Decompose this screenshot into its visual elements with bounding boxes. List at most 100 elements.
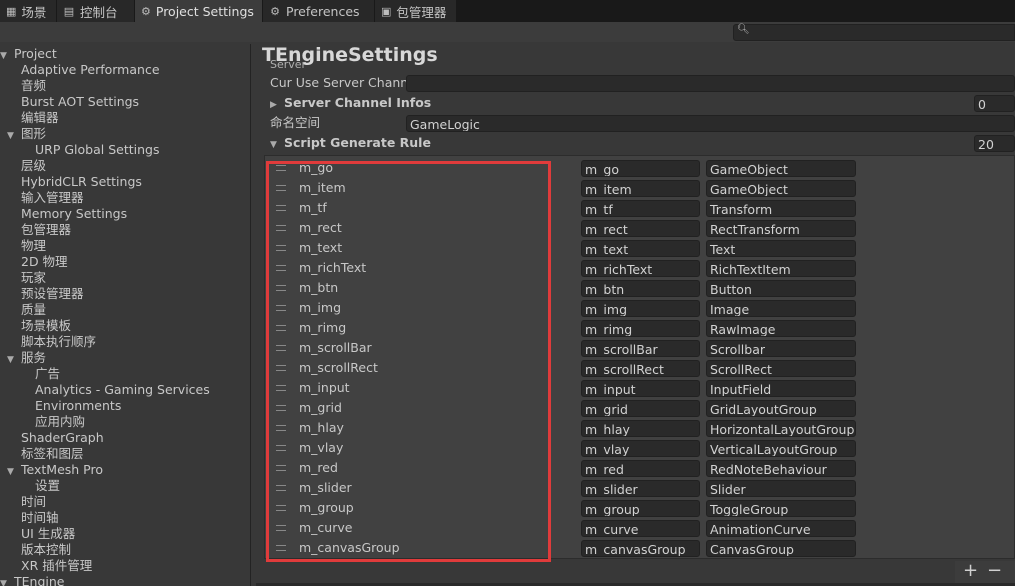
rule-type-field[interactable]: GameObject — [706, 160, 856, 177]
sidebar-item[interactable]: 层级 — [21, 158, 46, 174]
tab-2[interactable]: ⚙ Project Settings — [135, 0, 263, 22]
rule-prefix-field[interactable]: m_btn — [581, 280, 700, 297]
sidebar-item[interactable]: 设置 — [35, 478, 60, 494]
tab-1[interactable]: ▤ 控制台 — [57, 0, 135, 22]
rule-prefix-field[interactable]: m_scrollRect — [581, 360, 700, 377]
rule-prefix-field[interactable]: m_canvasGroup — [581, 540, 700, 557]
chevron-right-icon: ▶ — [270, 100, 277, 110]
sidebar-item[interactable]: URP Global Settings — [35, 142, 159, 158]
rule-type-field[interactable]: ScrollRect — [706, 360, 856, 377]
sidebar-item[interactable]: 脚本执行顺序 — [21, 334, 96, 350]
sidebar-item[interactable]: 版本控制 — [21, 542, 71, 558]
sidebar-item[interactable]: ShaderGraph — [21, 430, 104, 446]
sidebar-item[interactable]: 场景模板 — [21, 318, 71, 334]
rule-type-field[interactable]: AnimationCurve — [706, 520, 856, 537]
server-channel-infos-foldout[interactable]: ▶ Server Channel Infos — [270, 94, 431, 112]
tab-0[interactable]: ▦ 场景 — [0, 0, 57, 22]
sidebar-item[interactable]: Environments — [35, 398, 121, 414]
sidebar-item[interactable]: 预设管理器 — [21, 286, 84, 302]
rule-prefix-field[interactable]: m_go — [581, 160, 700, 177]
cur-use-server-channel-field[interactable] — [406, 75, 1015, 92]
rule-prefix-field[interactable]: m_img — [581, 300, 700, 317]
rule-prefix-field[interactable]: m_scrollBar — [581, 340, 700, 357]
rule-type-field[interactable]: Slider — [706, 480, 856, 497]
rule-prefix-field[interactable]: m_rect — [581, 220, 700, 237]
sidebar-item[interactable]: 玩家 — [21, 270, 46, 286]
sidebar-item[interactable]: 输入管理器 — [21, 190, 84, 206]
rule-type-field[interactable]: HorizontalLayoutGroup — [706, 420, 856, 437]
rule-prefix-field[interactable]: m_text — [581, 240, 700, 257]
rule-prefix-field[interactable]: m_richText — [581, 260, 700, 277]
rule-type-field[interactable]: ToggleGroup — [706, 500, 856, 517]
sidebar-item-label: XR 插件管理 — [21, 558, 93, 573]
rule-type-field[interactable]: GridLayoutGroup — [706, 400, 856, 417]
rule-type-field[interactable]: Text — [706, 240, 856, 257]
sidebar-item-label: 时间轴 — [21, 510, 59, 525]
rule-prefix-field[interactable]: m_hlay — [581, 420, 700, 437]
highlight-box — [266, 161, 551, 562]
sidebar-item-label: 玩家 — [21, 270, 47, 285]
rule-prefix-field[interactable]: m_item — [581, 180, 700, 197]
sidebar-item[interactable]: Analytics - Gaming Services — [35, 382, 210, 398]
rule-prefix-field[interactable]: m_grid — [581, 400, 700, 417]
chevron-down-icon[interactable]: ▼ — [7, 464, 21, 480]
sidebar-item[interactable]: ▼ Project — [0, 46, 57, 62]
sidebar-item[interactable]: ▼ 服务 — [7, 350, 46, 366]
rule-prefix-field[interactable]: m_tf — [581, 200, 700, 217]
sidebar-item[interactable]: 2D 物理 — [21, 254, 68, 270]
sidebar-item[interactable]: Adaptive Performance — [21, 62, 160, 78]
rule-type-field[interactable]: Image — [706, 300, 856, 317]
rule-type-field[interactable]: RectTransform — [706, 220, 856, 237]
sidebar-item[interactable]: 音频 — [21, 78, 46, 94]
server-channel-count-field[interactable]: 0 — [974, 95, 1015, 112]
sidebar-item[interactable]: 广告 — [35, 366, 60, 382]
sidebar-item[interactable]: 标签和图层 — [21, 446, 84, 462]
rule-prefix-field[interactable]: m_rimg — [581, 320, 700, 337]
sidebar-item[interactable]: 质量 — [21, 302, 46, 318]
rule-type-field[interactable]: Scrollbar — [706, 340, 856, 357]
chevron-down-icon[interactable]: ▼ — [7, 352, 21, 368]
rule-type-field[interactable]: VerticalLayoutGroup — [706, 440, 856, 457]
rule-prefix-field[interactable]: m_curve — [581, 520, 700, 537]
sidebar-item[interactable]: Memory Settings — [21, 206, 127, 222]
sidebar-item[interactable]: Burst AOT Settings — [21, 94, 139, 110]
search-icon: 🔍︎ — [737, 24, 750, 35]
sidebar-item[interactable]: 物理 — [21, 238, 46, 254]
sidebar-item[interactable]: 应用内购 — [35, 414, 85, 430]
rule-prefix-field[interactable]: m_slider — [581, 480, 700, 497]
add-item-button[interactable]: + — [963, 561, 978, 581]
rule-type-field[interactable]: RedNoteBehaviour — [706, 460, 856, 477]
sidebar-item[interactable]: ▼ TEngine — [0, 574, 64, 586]
sidebar-item[interactable]: 时间轴 — [21, 510, 59, 526]
chevron-down-icon[interactable]: ▼ — [0, 48, 14, 64]
tab-3[interactable]: ⚙ Preferences — [263, 0, 375, 22]
namespace-field[interactable]: GameLogic — [406, 115, 1015, 132]
script-generate-rule-foldout[interactable]: ▼ Script Generate Rule — [270, 134, 431, 152]
sidebar-item[interactable]: ▼ TextMesh Pro — [7, 462, 103, 478]
rule-type-field[interactable]: Transform — [706, 200, 856, 217]
rule-type-field[interactable]: InputField — [706, 380, 856, 397]
sidebar-item[interactable]: ▼ 图形 — [7, 126, 46, 142]
rule-prefix-field[interactable]: m_group — [581, 500, 700, 517]
rule-prefix-field[interactable]: m_vlay — [581, 440, 700, 457]
chevron-down-icon[interactable]: ▼ — [0, 576, 14, 586]
tab-4[interactable]: ▣ 包管理器 — [375, 0, 457, 22]
sidebar-item[interactable]: HybridCLR Settings — [21, 174, 142, 190]
sidebar-item[interactable]: 时间 — [21, 494, 46, 510]
rule-count-field[interactable]: 20 — [974, 135, 1015, 152]
rule-prefix-field[interactable]: m_red — [581, 460, 700, 477]
rule-type-field[interactable]: GameObject — [706, 180, 856, 197]
sidebar-item[interactable]: UI 生成器 — [21, 526, 75, 542]
sidebar-item[interactable]: 编辑器 — [21, 110, 59, 126]
chevron-down-icon[interactable]: ▼ — [7, 128, 21, 144]
rule-type-field[interactable]: RawImage — [706, 320, 856, 337]
rule-type-field[interactable]: CanvasGroup — [706, 540, 856, 557]
gear-icon: ⚙ — [141, 4, 151, 18]
remove-item-button[interactable]: − — [987, 561, 1002, 581]
rule-type-field[interactable]: Button — [706, 280, 856, 297]
rule-type-field[interactable]: RichTextItem — [706, 260, 856, 277]
rule-prefix-field[interactable]: m_input — [581, 380, 700, 397]
sidebar-item[interactable]: XR 插件管理 — [21, 558, 92, 574]
sidebar-item[interactable]: 包管理器 — [21, 222, 71, 238]
search-input[interactable]: 🔍︎ — [733, 24, 1015, 41]
